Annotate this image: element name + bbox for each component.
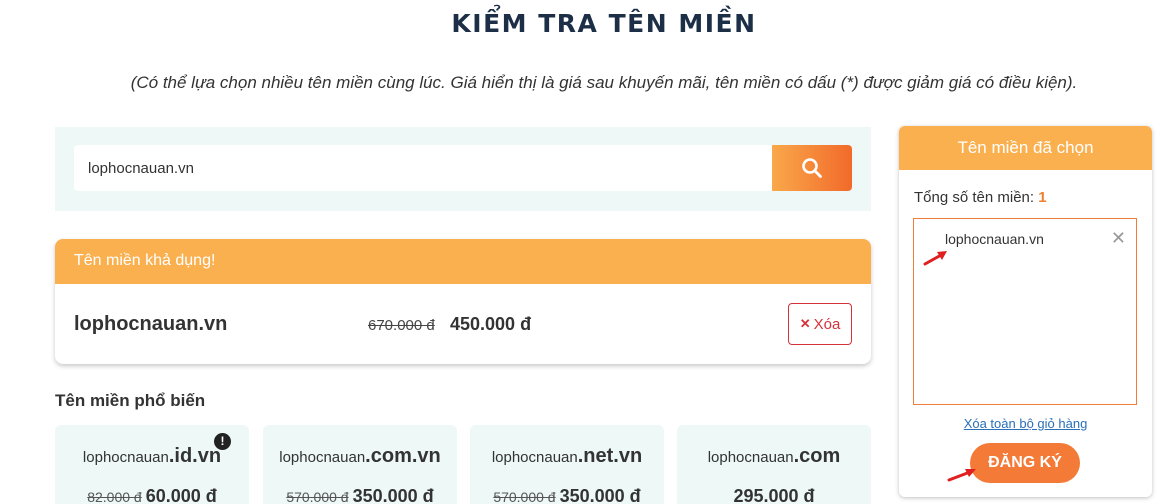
old-price: 82.000 đ: [87, 489, 142, 504]
clear-cart-link[interactable]: Xóa toàn bộ giỏ hàng: [899, 416, 1152, 431]
new-price: 60.000 đ: [145, 486, 217, 504]
available-heading: Tên miền khả dụng!: [55, 239, 871, 284]
close-icon[interactable]: ✕: [1111, 229, 1126, 247]
new-price: 350.000 đ: [559, 486, 641, 504]
search-panel: [55, 127, 871, 211]
popular-domain: lophocnauan.id.vn: [55, 445, 249, 468]
cart-heading: Tên miền đã chọn: [899, 126, 1152, 170]
popular-price: 570.000 đ 350.000 đ: [263, 486, 457, 504]
available-domain-card: Tên miền khả dụng! lophocnauan.vn 670.00…: [55, 239, 871, 364]
page-title: KIỂM TRA TÊN MIỀN: [451, 9, 757, 38]
new-price: 450.000 đ: [450, 314, 532, 334]
search-input[interactable]: [74, 145, 774, 191]
popular-domain: lophocnauan.net.vn: [470, 445, 664, 468]
popular-domain-card[interactable]: lophocnauan.com 295.000 đ: [677, 425, 871, 504]
remove-label: Xóa: [813, 315, 841, 333]
domain-check-page: KIỂM TRA TÊN MIỀN (Có thể lựa chọn nhiều…: [0, 0, 1166, 504]
cart-count: Tổng số tên miền: 1: [914, 189, 1047, 206]
popular-domain: lophocnauan.com.vn: [263, 445, 457, 468]
cart-item: lophocnauan.vn: [945, 231, 1044, 247]
cart-list: lophocnauan.vn ✕: [913, 218, 1137, 405]
old-price: 570.000 đ: [286, 489, 349, 504]
annotation-arrow-icon: [947, 469, 976, 482]
selected-domains-panel: Tên miền đã chọn Tổng số tên miền: 1 lop…: [899, 126, 1152, 497]
count-value: 1: [1038, 189, 1047, 206]
available-domain-name: lophocnauan.vn: [74, 313, 228, 335]
domain-tld: .com: [793, 445, 841, 467]
page-subtitle: (Có thể lựa chọn nhiều tên miền cùng lúc…: [130, 73, 1078, 92]
domain-name: lophocnauan: [491, 449, 578, 466]
domain-name: lophocnauan: [707, 449, 794, 466]
domain-name: lophocnauan: [82, 449, 169, 466]
old-price: 670.000 đ: [368, 317, 435, 334]
domain-name: lophocnauan: [279, 449, 366, 466]
popular-price: 570.000 đ 350.000 đ: [470, 486, 664, 504]
search-icon: [802, 158, 822, 178]
annotation-arrow-icon: [923, 251, 947, 266]
popular-price: 82.000 đ 60.000 đ: [55, 486, 249, 504]
remove-button[interactable]: ✕ Xóa: [788, 303, 852, 345]
count-label: Tổng số tên miền:: [914, 189, 1035, 206]
popular-price: 295.000 đ: [677, 486, 871, 504]
new-price: 295.000 đ: [733, 486, 815, 504]
domain-tld: .net.vn: [577, 445, 643, 467]
popular-domain: lophocnauan.com: [677, 445, 871, 468]
domain-tld: .id.vn: [168, 445, 222, 467]
close-icon: ✕: [799, 316, 811, 331]
popular-heading: Tên miền phổ biến: [55, 391, 206, 410]
domain-tld: .com.vn: [365, 445, 441, 467]
new-price: 350.000 đ: [352, 486, 434, 504]
popular-domain-card[interactable]: lophocnauan.com.vn 570.000 đ 350.000 đ: [263, 425, 457, 504]
search-button[interactable]: [772, 145, 852, 191]
old-price: 570.000 đ: [493, 489, 556, 504]
register-button[interactable]: ĐĂNG KÝ: [970, 443, 1080, 483]
popular-domain-card[interactable]: ! lophocnauan.id.vn 82.000 đ 60.000 đ: [55, 425, 249, 504]
popular-domain-card[interactable]: lophocnauan.net.vn 570.000 đ 350.000 đ: [470, 425, 664, 504]
